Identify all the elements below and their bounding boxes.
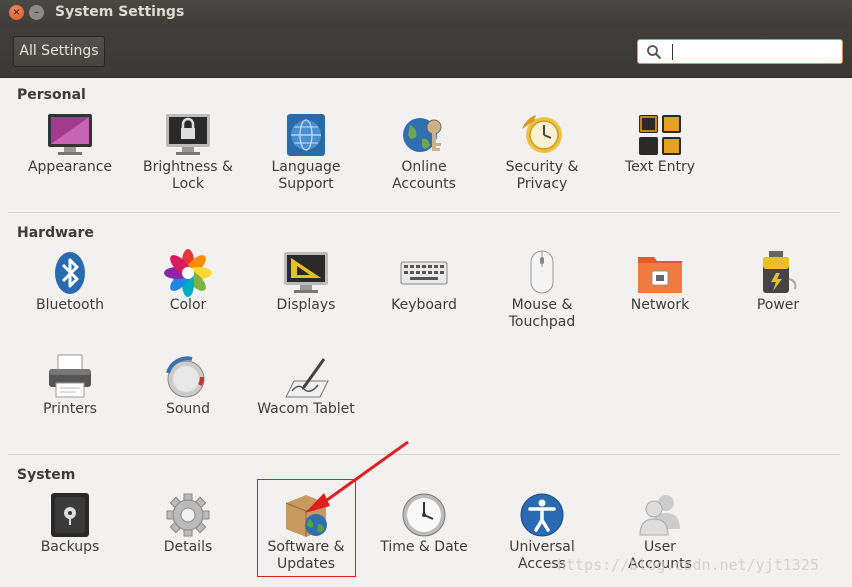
watermark-text: https://blog.csdn.net/yjt1325 [557, 556, 819, 574]
annotation-arrow [305, 440, 409, 513]
